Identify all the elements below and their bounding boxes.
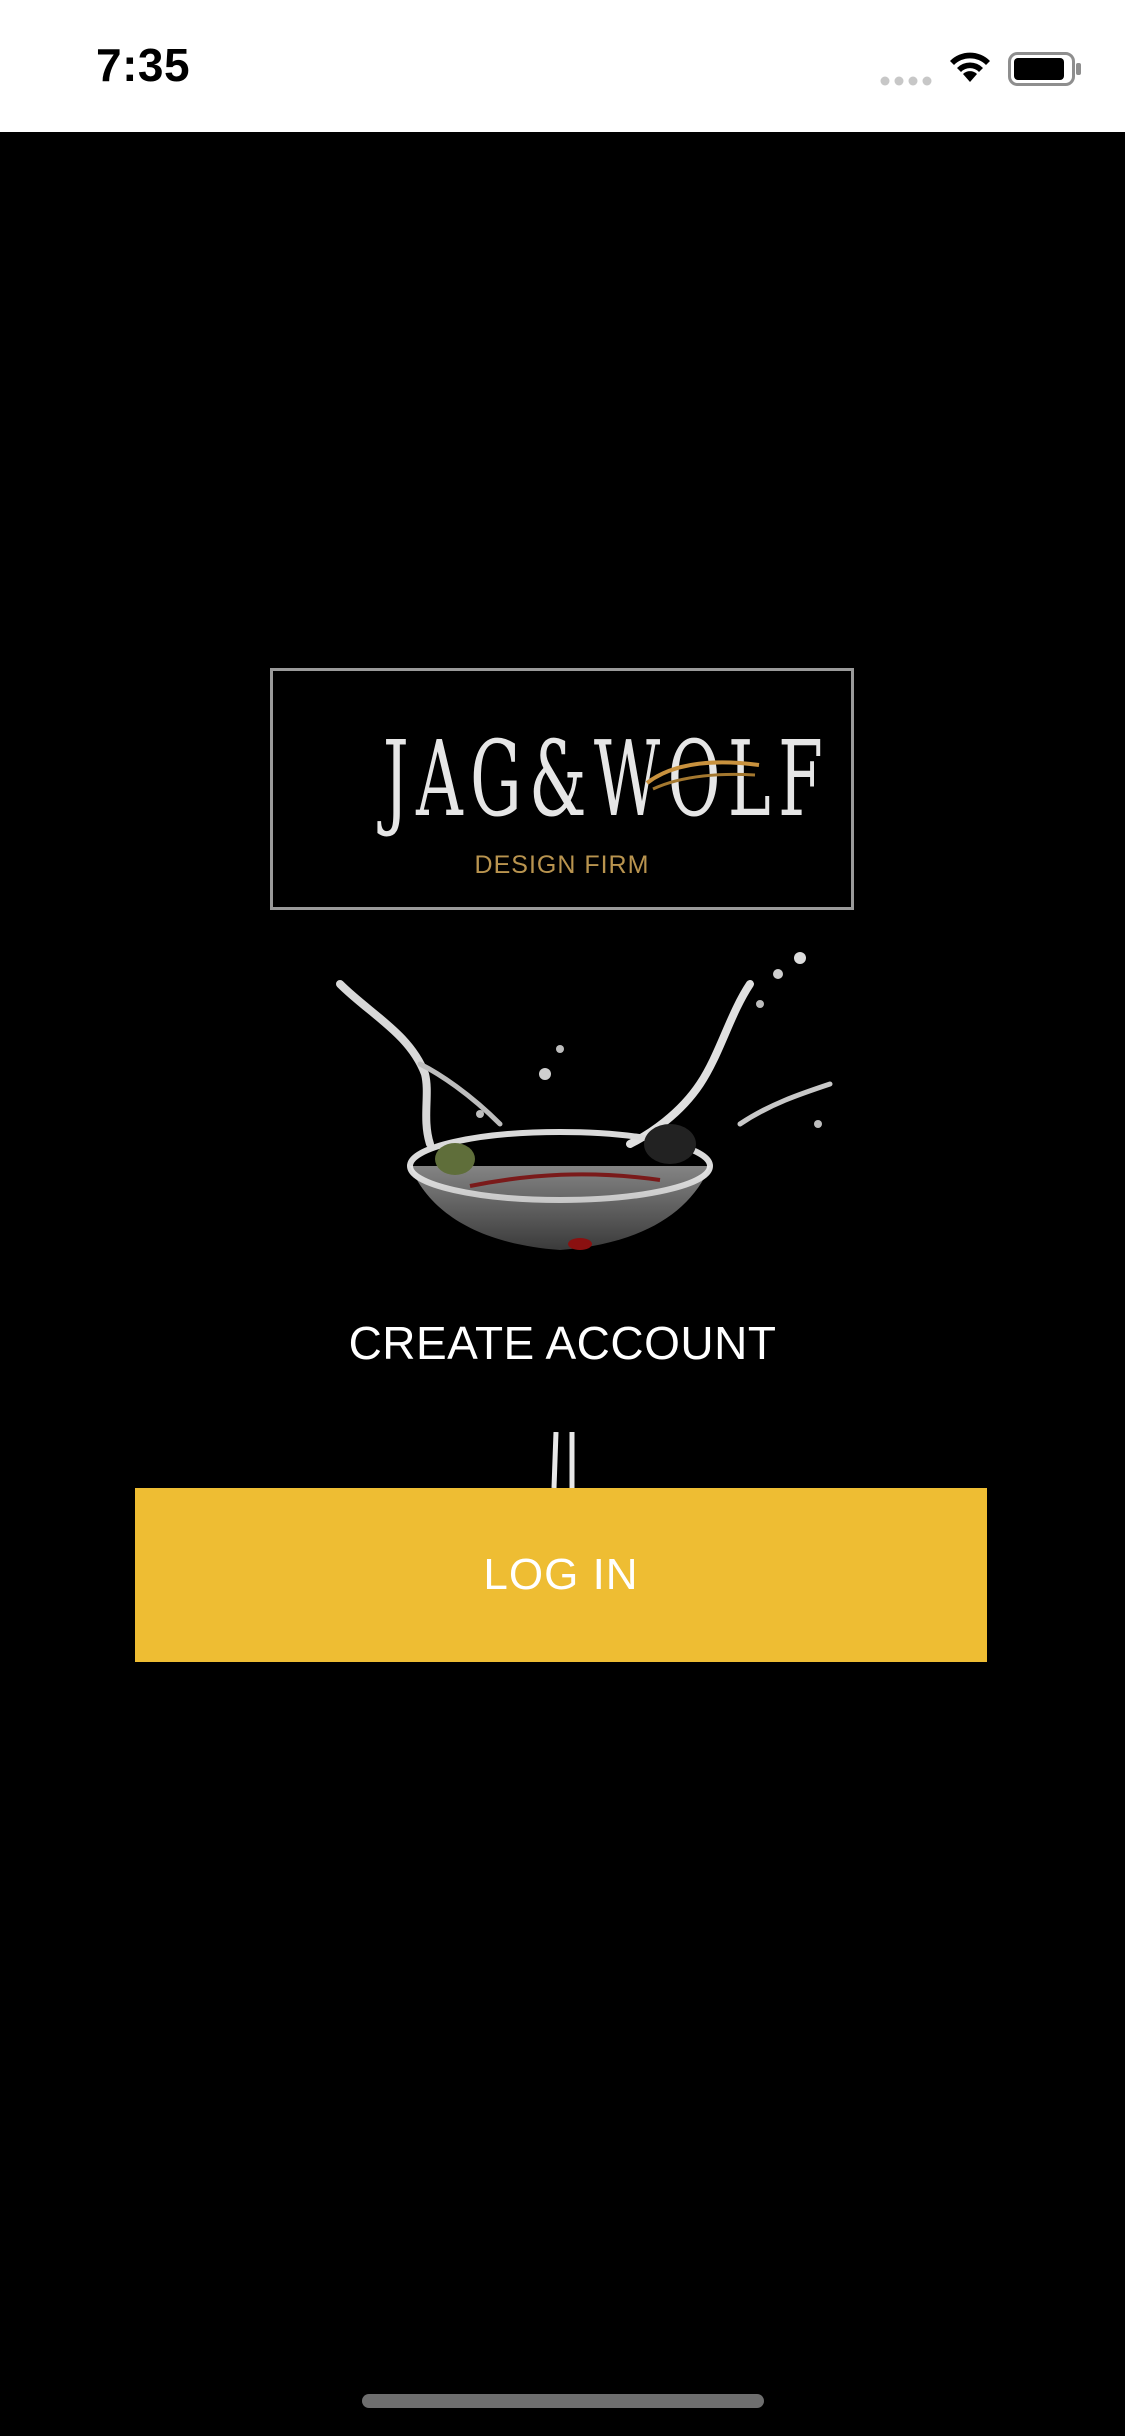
battery-icon bbox=[1008, 52, 1081, 86]
logo-subtitle: DESIGN FIRM bbox=[474, 851, 650, 879]
welcome-screen: 7:35 JAG&WOLF DESIGN FIRM CREATE ACCOUNT… bbox=[0, 0, 1125, 2436]
home-indicator[interactable] bbox=[362, 2394, 764, 2408]
login-button[interactable]: LOG IN bbox=[135, 1488, 987, 1662]
cellular-signal-icon bbox=[880, 76, 932, 86]
logo-swoosh-icon bbox=[645, 760, 760, 791]
status-time: 7:35 bbox=[96, 39, 191, 91]
cocktail-splash-illustration bbox=[336, 952, 833, 1250]
status-bar: 7:35 bbox=[0, 0, 1125, 132]
glass-stem-icon bbox=[551, 1432, 575, 1488]
create-account-link[interactable]: CREATE ACCOUNT bbox=[0, 1316, 1125, 1370]
wifi-icon bbox=[950, 52, 990, 82]
brand-logo: JAG&WOLF DESIGN FIRM bbox=[270, 668, 854, 910]
